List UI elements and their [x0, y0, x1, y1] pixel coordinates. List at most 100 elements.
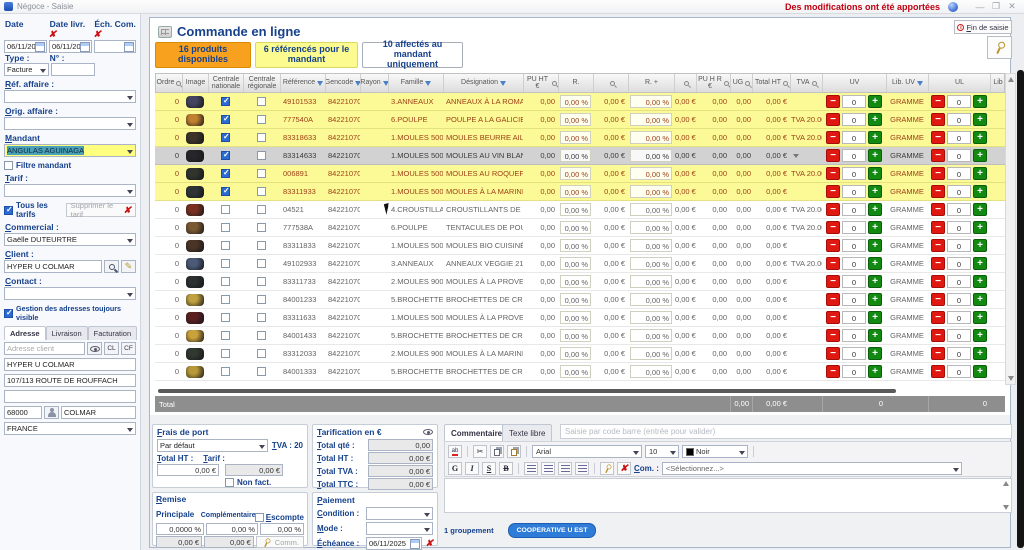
uv-plus-button[interactable]: +: [868, 311, 882, 324]
ul-minus-button[interactable]: −: [931, 95, 945, 108]
cell-tva[interactable]: [790, 349, 822, 358]
ul-plus-button[interactable]: +: [973, 167, 987, 180]
country-select[interactable]: FRANCE: [4, 422, 136, 435]
ul-minus-button[interactable]: −: [931, 131, 945, 144]
cell-tva[interactable]: [790, 313, 822, 322]
uv-plus-button[interactable]: +: [868, 275, 882, 288]
centrale-regionale-checkbox[interactable]: [257, 187, 266, 196]
uv-plus-button[interactable]: +: [868, 149, 882, 162]
table-row[interactable]: 0 83314633 8422107004 1.MOULES 500G MOUL…: [155, 147, 1005, 165]
ul-plus-button[interactable]: +: [973, 185, 987, 198]
strikethrough-button[interactable]: B: [499, 462, 513, 475]
centrale-regionale-checkbox[interactable]: [257, 205, 266, 214]
centrale-regionale-checkbox[interactable]: [257, 133, 266, 142]
ul-plus-button[interactable]: +: [973, 275, 987, 288]
search-icon[interactable]: [724, 80, 729, 86]
clear-date-livr-icon[interactable]: ✘: [49, 29, 57, 39]
client-edit-button[interactable]: ✎: [121, 260, 136, 273]
ul-plus-button[interactable]: +: [973, 149, 987, 162]
ul-plus-button[interactable]: +: [973, 131, 987, 144]
city-input[interactable]: COLMAR: [61, 406, 136, 419]
search-icon[interactable]: [609, 80, 615, 86]
align-justify-button[interactable]: [575, 462, 589, 475]
uv-minus-button[interactable]: −: [826, 131, 840, 144]
ul-input[interactable]: 0: [947, 347, 971, 360]
ul-plus-button[interactable]: +: [973, 203, 987, 216]
align-right-button[interactable]: [558, 462, 572, 475]
cell-remise-pct-input[interactable]: 0,00 %: [560, 257, 591, 270]
cell-tva[interactable]: [790, 277, 822, 286]
copy-button[interactable]: [490, 445, 504, 458]
cell-remise-plus-pct-input[interactable]: 0,00 %: [630, 131, 672, 144]
cell-remise-plus-pct-input[interactable]: 0,00 %: [630, 347, 672, 360]
ul-minus-button[interactable]: −: [931, 365, 945, 378]
centrale-nationale-checkbox[interactable]: [221, 150, 230, 160]
uv-minus-button[interactable]: −: [826, 149, 840, 162]
centrale-regionale-checkbox[interactable]: [257, 277, 266, 286]
table-row[interactable]: 0 84001433 8422107004 5.BROCHETTES BROCH…: [155, 327, 1005, 345]
search-icon[interactable]: [552, 80, 557, 86]
non-fact-checkbox[interactable]: [225, 478, 234, 487]
uv-minus-button[interactable]: −: [826, 113, 840, 126]
search-icon[interactable]: [811, 80, 817, 86]
table-row[interactable]: 0 84001233 8422107004 5.BROCHETTES BROCH…: [155, 291, 1005, 309]
cell-remise-pct-input[interactable]: 0,00 %: [560, 347, 591, 360]
centrale-nationale-checkbox[interactable]: [221, 349, 230, 358]
table-row[interactable]: 0 83311933 8422107001 1.MOULES 500G MOUL…: [155, 183, 1005, 201]
centrale-nationale-checkbox[interactable]: [221, 367, 230, 376]
uv-input[interactable]: 0: [842, 113, 866, 126]
ul-plus-button[interactable]: +: [973, 95, 987, 108]
address-line1-input[interactable]: HYPER U COLMAR: [4, 358, 136, 371]
font-family-select[interactable]: Arial: [532, 445, 642, 458]
cell-tva[interactable]: [790, 331, 822, 340]
uv-minus-button[interactable]: −: [826, 167, 840, 180]
contact-select[interactable]: [4, 287, 136, 300]
cell-remise-pct-input[interactable]: 0,00 %: [560, 293, 591, 306]
ul-minus-button[interactable]: −: [931, 311, 945, 324]
groupement-button[interactable]: COOPERATIVE U EST: [507, 523, 597, 538]
ul-minus-button[interactable]: −: [931, 239, 945, 252]
uv-minus-button[interactable]: −: [826, 95, 840, 108]
font-size-select[interactable]: 10: [645, 445, 679, 458]
ul-plus-button[interactable]: +: [973, 311, 987, 324]
centrale-regionale-checkbox[interactable]: [257, 169, 266, 178]
centrale-regionale-checkbox[interactable]: [257, 367, 266, 376]
centrale-regionale-checkbox[interactable]: [257, 349, 266, 358]
ul-plus-button[interactable]: +: [973, 347, 987, 360]
uv-minus-button[interactable]: −: [826, 203, 840, 216]
ul-minus-button[interactable]: −: [931, 113, 945, 126]
centrale-nationale-checkbox[interactable]: [221, 96, 230, 106]
globe-icon[interactable]: [948, 1, 958, 12]
centrale-nationale-checkbox[interactable]: [221, 259, 230, 268]
calendar-icon[interactable]: [79, 42, 90, 52]
table-row[interactable]: 0 777538A 8422107006 6.POULPE TENTACULES…: [155, 219, 1005, 237]
table-row[interactable]: 0 777540A 8422107006 6.POULPE POULPE A L…: [155, 111, 1005, 129]
centrale-nationale-checkbox[interactable]: [221, 114, 230, 124]
comment-textarea[interactable]: [444, 478, 1012, 513]
ul-plus-button[interactable]: +: [973, 113, 987, 126]
minimize-button[interactable]: —: [972, 2, 988, 12]
tab-adresse[interactable]: Adresse: [4, 326, 46, 340]
tab-livraison[interactable]: Livraison: [45, 326, 88, 340]
ul-input[interactable]: 0: [947, 329, 971, 342]
search-icon[interactable]: [176, 80, 182, 86]
tous-tarifs-checkbox[interactable]: [4, 205, 13, 215]
cell-remise-pct-input[interactable]: 0,00 %: [560, 221, 591, 234]
column-header-ug[interactable]: UG: [731, 74, 753, 92]
ul-minus-button[interactable]: −: [931, 203, 945, 216]
cell-remise-plus-pct-input[interactable]: 0,00 %: [630, 239, 672, 252]
commercial-select[interactable]: Gaëlle DUTEURTRE: [4, 233, 136, 246]
column-header-r-plus-eur[interactable]: [675, 74, 697, 92]
uv-input[interactable]: 0: [842, 329, 866, 342]
centrale-regionale-checkbox[interactable]: [257, 331, 266, 340]
uv-plus-button[interactable]: +: [868, 257, 882, 270]
centrale-regionale-checkbox[interactable]: [257, 295, 266, 304]
uv-input[interactable]: 0: [842, 365, 866, 378]
ul-input[interactable]: 0: [947, 365, 971, 378]
uv-plus-button[interactable]: +: [868, 365, 882, 378]
uv-input[interactable]: 0: [842, 167, 866, 180]
column-header-ul[interactable]: UL: [929, 74, 991, 92]
cell-remise-plus-pct-input[interactable]: 0,00 %: [630, 185, 672, 198]
centrale-nationale-checkbox[interactable]: [221, 223, 230, 232]
calendar-icon[interactable]: [124, 42, 134, 52]
